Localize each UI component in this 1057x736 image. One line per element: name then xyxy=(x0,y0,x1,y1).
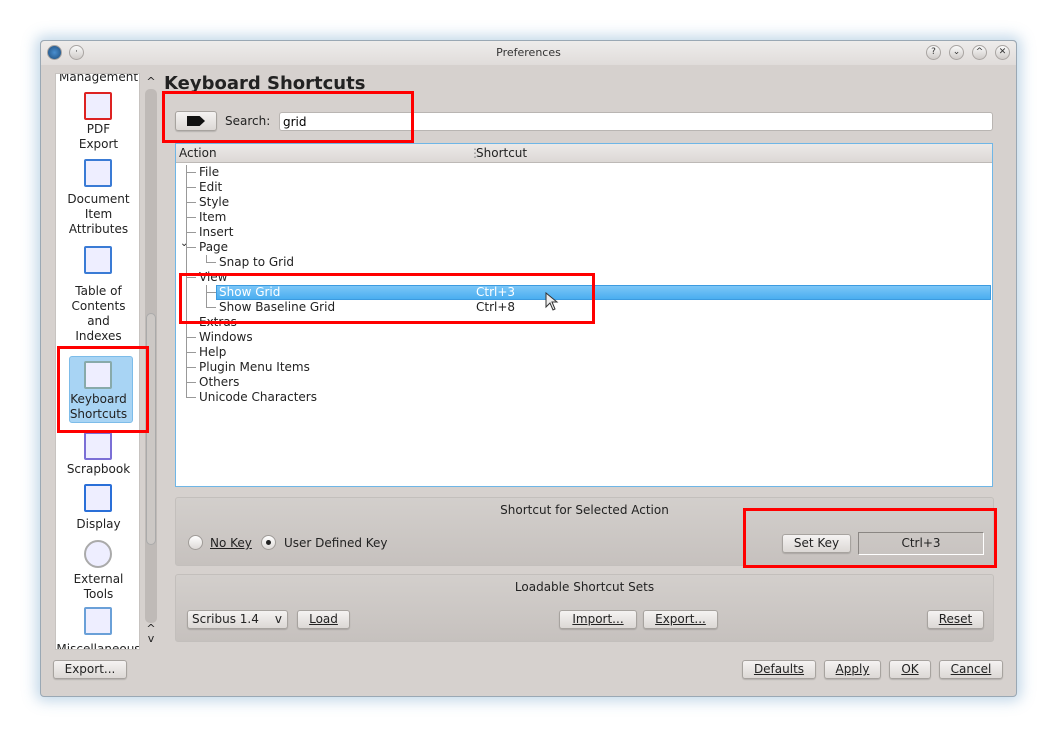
tree-row[interactable]: Style xyxy=(176,195,992,210)
sidebar-item-label[interactable]: Attributes xyxy=(56,222,139,237)
action-label: Style xyxy=(199,195,230,209)
sidebar-item-label[interactable]: Indexes xyxy=(56,329,139,344)
action-label: Snap to Grid xyxy=(219,255,295,269)
shortcut-sets-group: Loadable Shortcut Sets Scribus 1.4 v Load… xyxy=(175,574,994,642)
export-set-button[interactable]: Export... xyxy=(643,610,718,629)
sidebar-item-label[interactable]: External xyxy=(56,572,139,587)
action-label: Windows xyxy=(199,330,253,344)
load-button[interactable]: Load xyxy=(297,610,350,629)
gear-icon xyxy=(83,540,112,568)
action-label: Plugin Menu Items xyxy=(199,360,310,374)
document-attributes-icon xyxy=(83,159,112,187)
action-label: Item xyxy=(199,210,227,224)
minimize-icon[interactable]: ⌄ xyxy=(949,45,964,60)
display-icon xyxy=(83,484,112,512)
user-defined-radio[interactable] xyxy=(261,535,276,550)
sidebar-item-label[interactable]: Tools xyxy=(56,587,139,602)
sidebar-item-label[interactable]: Scrapbook xyxy=(56,462,139,477)
no-key-label[interactable]: No Key xyxy=(210,536,252,550)
tree-row[interactable]: Help xyxy=(176,345,992,360)
tree-row[interactable]: ⌄ Page xyxy=(176,238,992,255)
tree-row[interactable]: Item xyxy=(176,210,992,225)
export-button[interactable]: Export... xyxy=(53,660,127,679)
sidebar-item-label[interactable]: PDF xyxy=(56,122,139,137)
sidebar-item-label[interactable]: and xyxy=(56,314,139,329)
sidebar-item-label[interactable]: Export xyxy=(56,137,139,152)
tree-row[interactable]: Snap to Grid xyxy=(176,255,992,270)
sidebar-item-label[interactable]: Table of xyxy=(56,284,139,299)
chevron-down-icon: v xyxy=(274,612,282,626)
mouse-cursor-icon xyxy=(545,292,559,311)
pdf-icon xyxy=(83,92,112,120)
close-icon[interactable]: ✕ xyxy=(995,45,1010,60)
tree-row[interactable]: Unicode Characters xyxy=(176,390,992,405)
tree-row[interactable]: Edit xyxy=(176,180,992,195)
toc-icon xyxy=(83,246,112,274)
column-shortcut[interactable]: Shortcut xyxy=(476,146,527,160)
sidebar-item-label[interactable]: Display xyxy=(56,517,139,532)
shortcut-set-combo[interactable]: Scribus 1.4 v xyxy=(187,610,288,629)
highlight-box xyxy=(743,508,997,568)
no-key-radio[interactable] xyxy=(188,535,203,550)
title-bar: · Preferences ? ⌄ ^ ✕ xyxy=(41,41,1016,65)
tree-row[interactable]: Plugin Menu Items xyxy=(176,360,992,375)
tree-row[interactable]: Others xyxy=(176,375,992,390)
highlight-box xyxy=(57,346,149,433)
tree-row[interactable]: File xyxy=(176,165,992,180)
expand-icon[interactable]: ⌄ xyxy=(180,236,188,251)
user-defined-label[interactable]: User Defined Key xyxy=(284,536,388,550)
tree-row[interactable]: Windows xyxy=(176,330,992,345)
sidebar-item-label[interactable]: Management xyxy=(56,74,139,85)
maximize-icon[interactable]: ^ xyxy=(972,45,987,60)
import-button[interactable]: Import... xyxy=(559,610,637,629)
help-icon[interactable]: ? xyxy=(926,45,941,60)
reset-button[interactable]: Reset xyxy=(927,610,984,629)
tree-row[interactable]: Insert xyxy=(176,225,992,240)
sidebar-item-label[interactable]: Miscellaneous xyxy=(56,642,139,649)
ok-button[interactable]: OK xyxy=(889,660,931,679)
action-label: Insert xyxy=(199,225,234,239)
defaults-button[interactable]: Defaults xyxy=(742,660,816,679)
action-label: Help xyxy=(199,345,227,359)
highlight-box xyxy=(179,273,595,324)
apply-button[interactable]: Apply xyxy=(824,660,881,679)
scrapbook-icon xyxy=(83,432,112,460)
misc-icon xyxy=(83,607,112,635)
sidebar-item-label[interactable]: Contents xyxy=(56,299,139,314)
column-action[interactable]: Action xyxy=(179,146,217,160)
sidebar-item-label[interactable]: Document xyxy=(56,192,139,207)
sidebar-item-label[interactable]: Item xyxy=(56,207,139,222)
action-label: Edit xyxy=(199,180,223,194)
window-title: Preferences xyxy=(496,46,561,59)
action-label: Unicode Characters xyxy=(199,390,317,404)
combo-value: Scribus 1.4 xyxy=(192,612,259,626)
action-label: Others xyxy=(199,375,240,389)
action-label: Page xyxy=(199,240,229,254)
group-title: Loadable Shortcut Sets xyxy=(514,580,655,594)
tree-header: Action ⋮ Shortcut xyxy=(176,144,992,163)
cancel-button[interactable]: Cancel xyxy=(939,660,1003,679)
highlight-box xyxy=(162,91,414,143)
scroll-down-icon[interactable]: ^ v xyxy=(145,623,157,644)
scroll-up-icon[interactable]: ^ xyxy=(145,75,157,88)
action-label: File xyxy=(199,165,220,179)
